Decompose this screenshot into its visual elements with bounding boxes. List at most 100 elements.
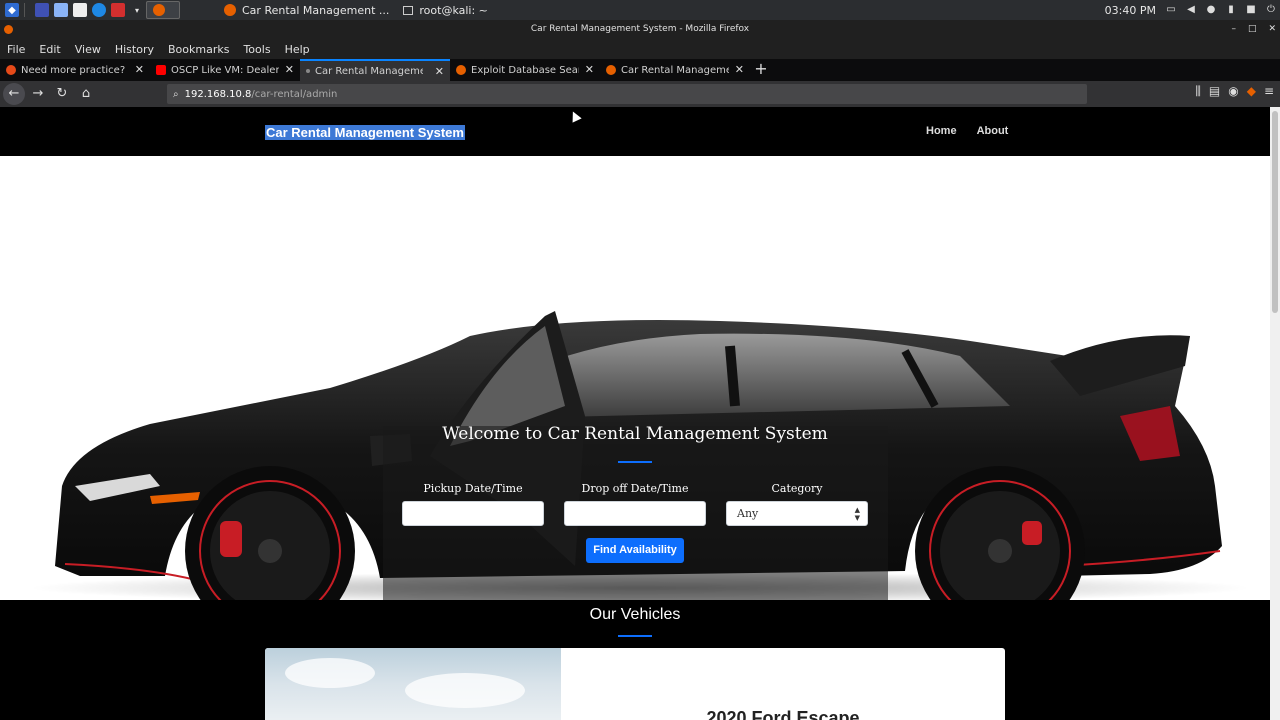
vehicles-section: Our Vehicles 2020 Ford Escape <box>0 600 1270 720</box>
menu-bookmarks[interactable]: Bookmarks <box>168 43 229 56</box>
menu-tools[interactable]: Tools <box>243 43 270 56</box>
tab-title: Exploit Database Search <box>471 64 579 76</box>
lock-icon[interactable]: ■ <box>1246 5 1256 15</box>
tab-car-rental-active[interactable]: Car Rental Management ✕ <box>300 59 450 81</box>
taskbar-task-terminal[interactable]: root@kali: ~ <box>397 1 494 19</box>
category-selected-value: Any <box>737 507 759 520</box>
os-taskbar: ◆ ▾ Car Rental Management ... root@kali:… <box>0 0 1280 20</box>
reload-button[interactable]: ↻ <box>51 83 73 105</box>
window-title: Car Rental Management System - Mozilla F… <box>530 24 750 34</box>
home-button[interactable]: ⌂ <box>75 83 97 105</box>
nav-home-link[interactable]: Home <box>926 125 957 137</box>
navigation-toolbar: ← → ↻ ⌂ ⌕ 192.168.10.8/car-rental/admin … <box>0 81 1280 107</box>
close-icon[interactable]: ✕ <box>1268 20 1276 39</box>
power-icon[interactable]: ⏻ <box>1266 5 1276 15</box>
taskbar-separator <box>24 3 25 17</box>
nav-about-link[interactable]: About <box>977 125 1009 137</box>
tab-car-rental-2[interactable]: Car Rental Management ✕ <box>600 59 750 81</box>
files-icon[interactable] <box>54 3 68 17</box>
vehicle-card[interactable]: 2020 Ford Escape <box>265 648 1005 720</box>
window-controls: – □ ✕ <box>1231 20 1276 39</box>
kali-menu-icon[interactable]: ◆ <box>5 3 19 17</box>
scrollbar-thumb[interactable] <box>1272 111 1278 313</box>
taskbar-task-firefox[interactable]: Car Rental Management ... <box>218 1 395 19</box>
hamburger-menu-icon[interactable]: ≡ <box>1264 84 1274 99</box>
extension-icon[interactable]: ◉ <box>1228 84 1238 99</box>
minimize-icon[interactable]: – <box>1231 20 1236 39</box>
notification-bell-icon[interactable]: ● <box>1206 5 1216 15</box>
title-divider <box>618 461 652 463</box>
close-tab-icon[interactable]: ✕ <box>135 63 144 76</box>
tab-title: OSCP Like VM: Dealer 3 <box>171 64 279 76</box>
tab-title: Car Rental Management <box>315 65 423 77</box>
screen-icon[interactable]: ▭ <box>1166 5 1176 15</box>
firefox-icon <box>4 25 13 34</box>
site-navbar: Car Rental Management System Home About <box>0 107 1270 156</box>
pickup-datetime-input[interactable] <box>402 501 544 526</box>
category-label: Category <box>771 482 823 495</box>
close-tab-icon[interactable]: ✕ <box>285 63 294 76</box>
close-tab-icon[interactable]: ✕ <box>735 63 744 76</box>
new-tab-button[interactable]: + <box>750 59 772 81</box>
tab-oscp-like-vm[interactable]: OSCP Like VM: Dealer 3 ✕ <box>150 59 300 81</box>
workspace-icon[interactable] <box>35 3 49 17</box>
page-scrollbar[interactable] <box>1270 107 1280 720</box>
tab-exploit-database[interactable]: Exploit Database Search ✕ <box>450 59 600 81</box>
taskbar-blank-window[interactable] <box>182 1 216 19</box>
forward-button[interactable]: → <box>27 83 49 105</box>
tab-title: Need more practice? Ha <box>21 64 129 76</box>
pickup-label: Pickup Date/Time <box>423 482 523 495</box>
site-brand[interactable]: Car Rental Management System <box>265 125 465 140</box>
toolbar-right-icons: ⫼ ▤ ◉ ◆ ≡ <box>1195 84 1274 99</box>
find-availability-button[interactable]: Find Availability <box>586 538 684 563</box>
system-tray: 03:40 PM ▭ ◀ ● ▮ ■ ⏻ <box>1105 0 1276 20</box>
battery-icon[interactable]: ▮ <box>1226 5 1236 15</box>
taskbar-task-label: Car Rental Management ... <box>242 3 390 17</box>
volume-icon[interactable]: ◀ <box>1186 5 1196 15</box>
menu-view[interactable]: View <box>75 43 101 56</box>
terminal-icon <box>403 5 414 15</box>
close-tab-icon[interactable]: ✕ <box>435 65 444 78</box>
page-content: Car Rental Management System Home About <box>0 107 1270 720</box>
firefox-icon <box>224 4 236 16</box>
close-tab-icon[interactable]: ✕ <box>585 63 594 76</box>
browser-icon[interactable] <box>92 3 106 17</box>
category-select[interactable]: Any ▲ ▼ <box>726 501 868 526</box>
youtube-icon <box>156 65 166 75</box>
hero-section <box>0 156 1270 600</box>
app-launcher-icon[interactable] <box>111 3 125 17</box>
dropoff-label: Drop off Date/Time <box>581 482 689 495</box>
url-bar[interactable]: ⌕ 192.168.10.8/car-rental/admin <box>167 84 1087 104</box>
vehicle-image <box>265 648 561 720</box>
taskbar-firefox-window[interactable] <box>146 1 180 19</box>
url-path: /car-rental/admin <box>251 88 338 100</box>
back-button[interactable]: ← <box>3 83 25 105</box>
firefox-icon <box>153 4 165 16</box>
sidebar-icon[interactable]: ▤ <box>1209 84 1220 99</box>
url-host: 192.168.10.8 <box>184 88 252 100</box>
menu-history[interactable]: History <box>115 43 154 56</box>
hero-title: Welcome to Car Rental Management System <box>442 424 828 444</box>
window-titlebar: Car Rental Management System - Mozilla F… <box>0 20 1280 39</box>
cloud-shape <box>405 673 525 708</box>
loading-dot-icon <box>306 69 310 73</box>
maximize-icon[interactable]: □ <box>1248 20 1257 39</box>
menu-help[interactable]: Help <box>285 43 310 56</box>
library-icon[interactable]: ⫼ <box>1195 84 1201 99</box>
vehicles-title: Our Vehicles <box>589 606 681 623</box>
vehicle-name: 2020 Ford Escape <box>706 708 860 720</box>
foxyproxy-icon[interactable]: ◆ <box>1247 84 1256 99</box>
dropoff-datetime-input[interactable] <box>564 501 706 526</box>
tab-strip: Need more practice? Ha ✕ OSCP Like VM: D… <box>0 59 1280 81</box>
clock: 03:40 PM <box>1104 3 1156 17</box>
tab-title: Car Rental Management <box>621 64 729 76</box>
site-favicon-icon <box>6 65 16 75</box>
menu-file[interactable]: File <box>7 43 25 56</box>
menu-edit[interactable]: Edit <box>39 43 60 56</box>
editor-icon[interactable] <box>73 3 87 17</box>
site-favicon-icon <box>606 65 616 75</box>
chevron-down-icon[interactable]: ▾ <box>130 3 144 17</box>
tab-need-more-practice[interactable]: Need more practice? Ha ✕ <box>0 59 150 81</box>
cloud-shape <box>285 658 375 688</box>
exploit-db-icon <box>456 65 466 75</box>
